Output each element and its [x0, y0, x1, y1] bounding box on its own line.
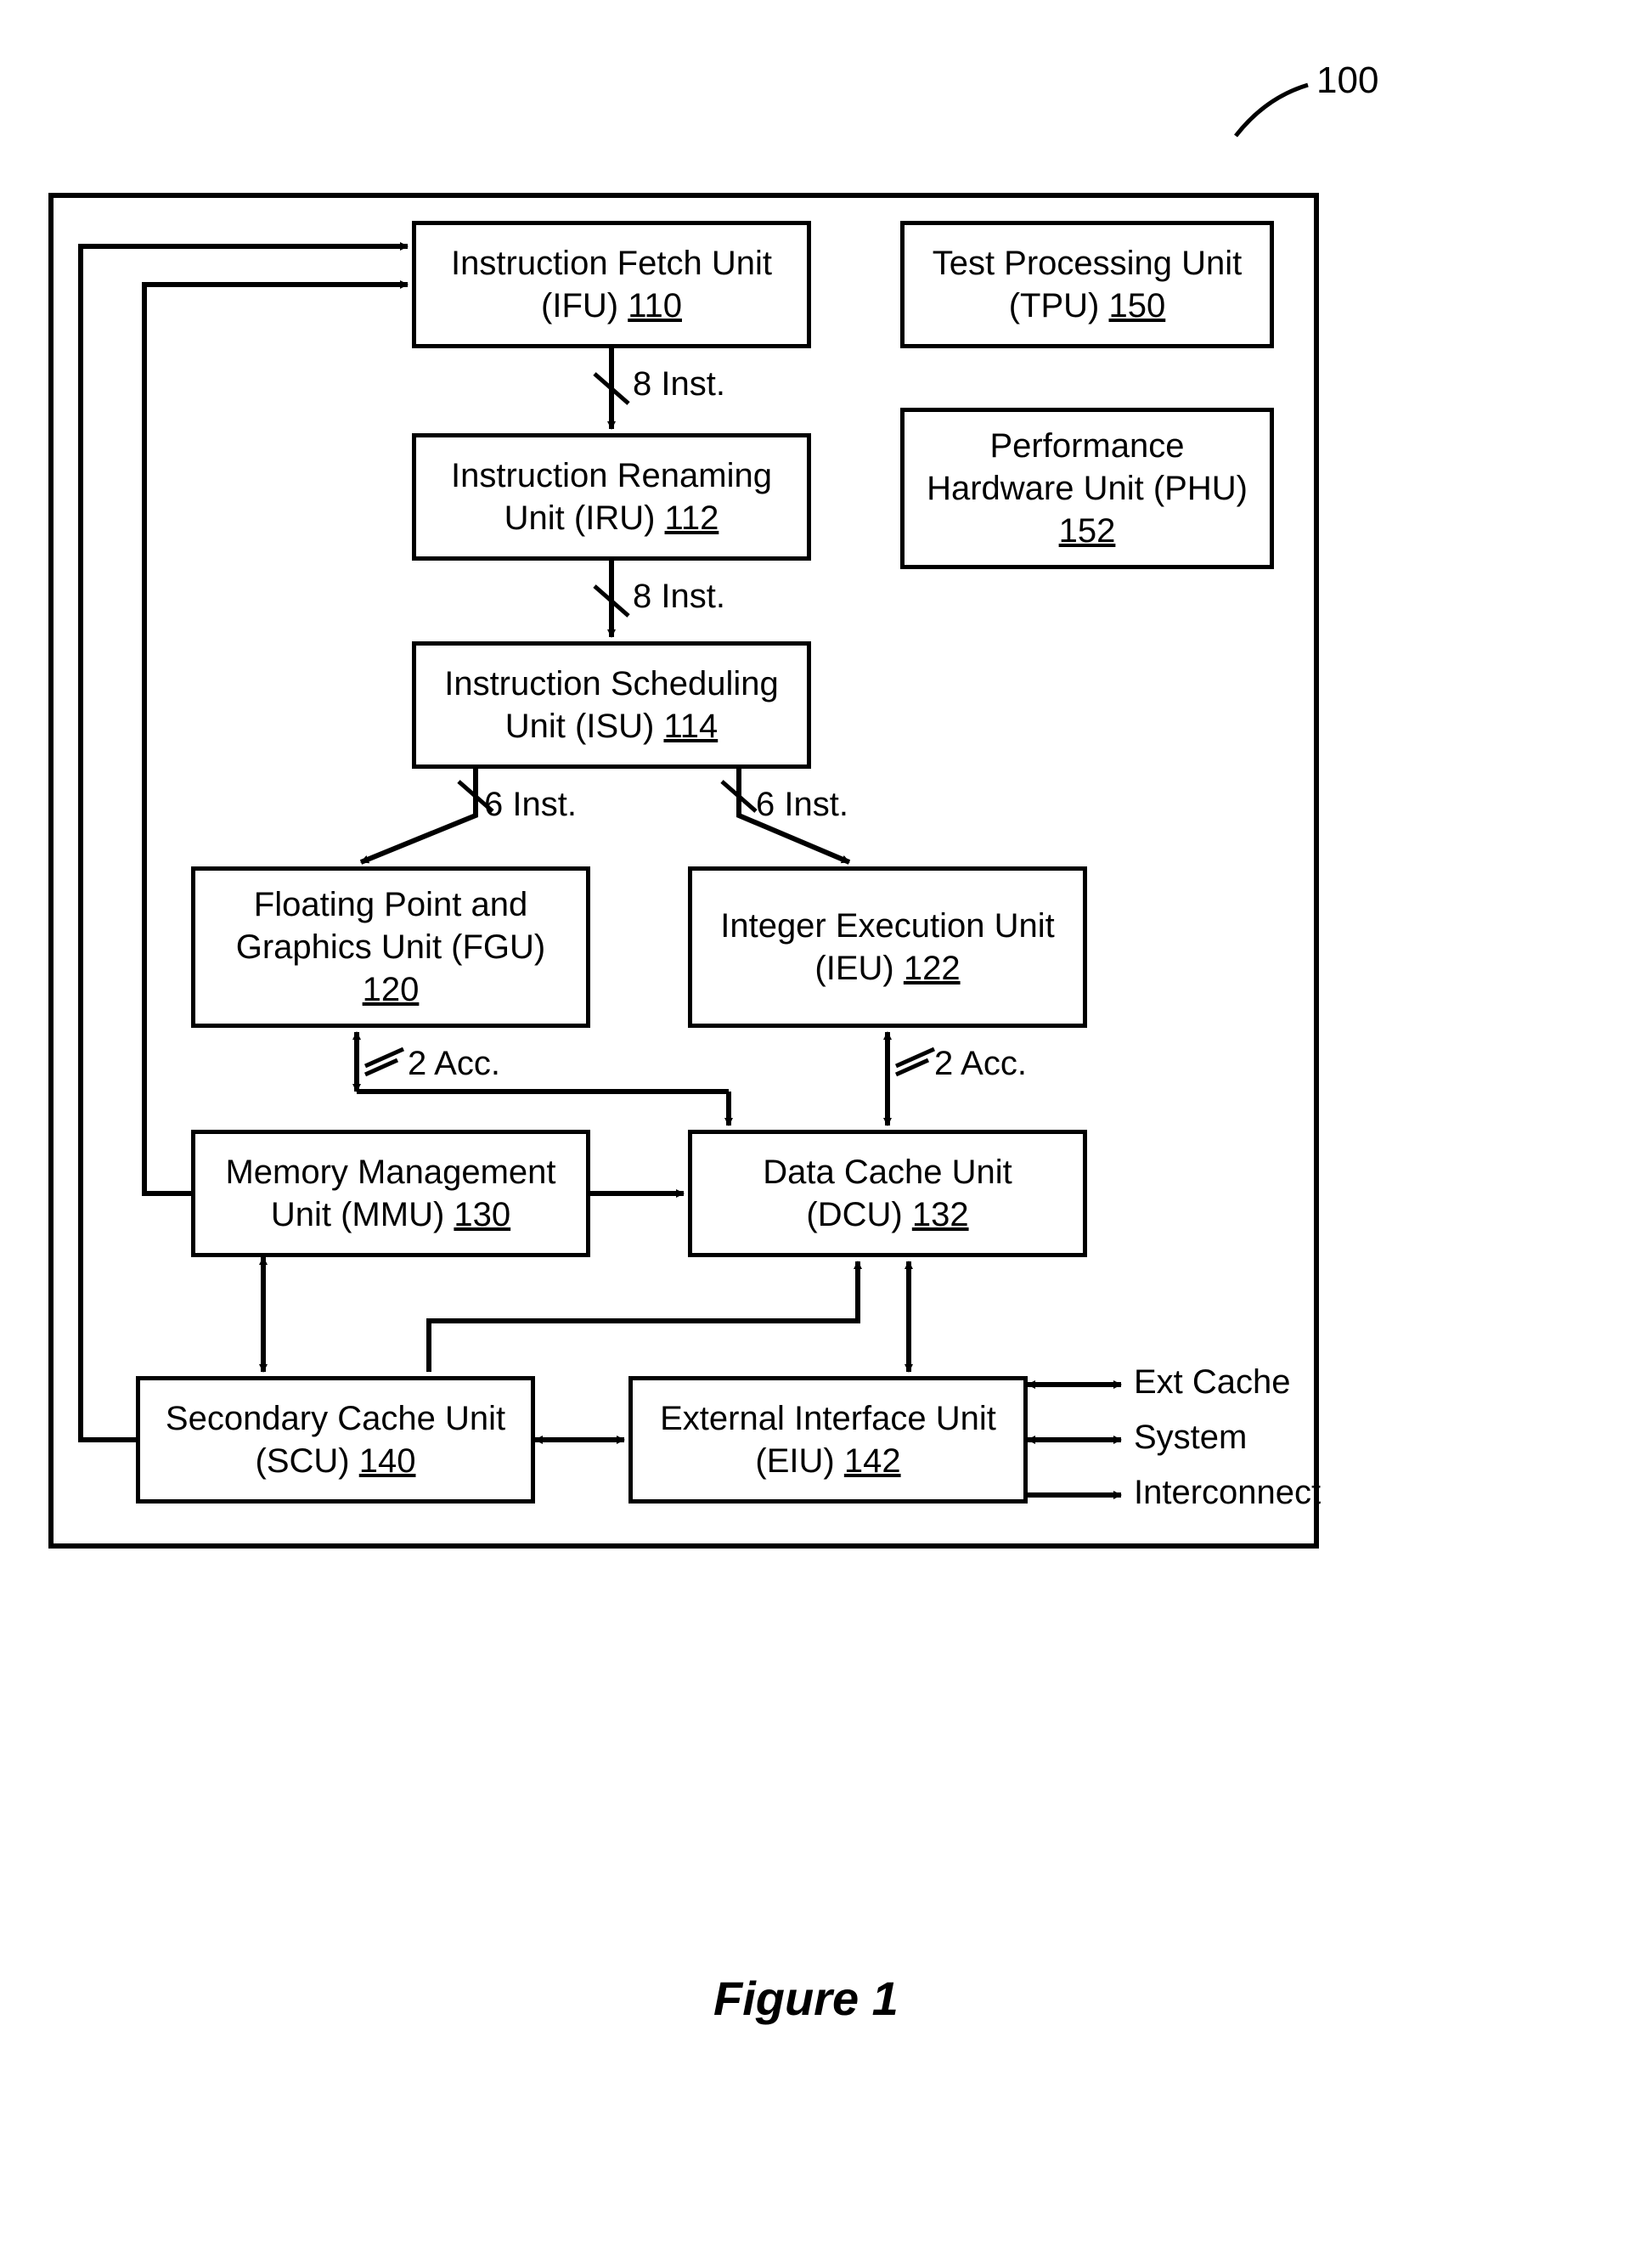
box-eiu: External Interface Unit (EIU) 142 [628, 1376, 1028, 1504]
box-ieu: Integer Execution Unit (IEU) 122 [688, 866, 1087, 1028]
box-tpu-line2: (TPU) 150 [1009, 285, 1166, 327]
box-fgu-line2: Graphics Unit (FGU) [236, 926, 546, 968]
box-dcu-line1: Data Cache Unit [763, 1151, 1012, 1193]
box-phu-line1: Performance [990, 425, 1185, 467]
box-eiu-line1: External Interface Unit [660, 1397, 996, 1440]
box-isu-line2: Unit (ISU) 114 [505, 705, 718, 748]
edge-label-iru-isu: 8 Inst. [633, 578, 725, 616]
box-ieu-line2: (IEU) 122 [814, 947, 960, 990]
box-isu: Instruction Scheduling Unit (ISU) 114 [412, 641, 811, 769]
box-dcu-line2: (DCU) 132 [806, 1193, 968, 1236]
box-tpu-line1: Test Processing Unit [933, 242, 1243, 285]
box-tpu: Test Processing Unit (TPU) 150 [900, 221, 1274, 348]
edge-label-fgu-acc: 2 Acc. [408, 1045, 500, 1083]
diagram-page: 100 Instruction Fetch Unit (IFU) 110 Tes… [0, 0, 1640, 2268]
box-iru: Instruction Renaming Unit (IRU) 112 [412, 433, 811, 561]
ext-label-cache: Ext Cache [1134, 1363, 1291, 1402]
box-scu-line1: Secondary Cache Unit [166, 1397, 505, 1440]
box-fgu: Floating Point and Graphics Unit (FGU) 1… [191, 866, 590, 1028]
edge-label-isu-fgu: 6 Inst. [484, 786, 577, 824]
box-eiu-line2: (EIU) 142 [755, 1440, 900, 1482]
box-iru-line1: Instruction Renaming [451, 454, 772, 497]
box-dcu: Data Cache Unit (DCU) 132 [688, 1130, 1087, 1257]
ext-label-interconnect: Interconnect [1134, 1474, 1321, 1512]
ext-label-system: System [1134, 1419, 1247, 1457]
box-phu-ref: 152 [1059, 512, 1116, 550]
edge-label-ieu-acc: 2 Acc. [934, 1045, 1027, 1083]
box-ifu-line2: (IFU) 110 [541, 285, 682, 327]
box-phu-line2: Hardware Unit (PHU) [927, 467, 1248, 510]
box-scu: Secondary Cache Unit (SCU) 140 [136, 1376, 535, 1504]
box-iru-line2: Unit (IRU) 112 [504, 497, 719, 539]
box-mmu: Memory Management Unit (MMU) 130 [191, 1130, 590, 1257]
box-ifu-line1: Instruction Fetch Unit [451, 242, 772, 285]
edge-label-ifu-iru: 8 Inst. [633, 365, 725, 403]
box-phu: Performance Hardware Unit (PHU) 152 [900, 408, 1274, 569]
box-ifu: Instruction Fetch Unit (IFU) 110 [412, 221, 811, 348]
box-fgu-ref: 120 [363, 971, 420, 1008]
box-mmu-line2: Unit (MMU) 130 [271, 1193, 510, 1236]
box-ieu-line1: Integer Execution Unit [720, 905, 1055, 947]
box-isu-line1: Instruction Scheduling [444, 663, 779, 705]
box-scu-line2: (SCU) 140 [256, 1440, 416, 1482]
edge-label-isu-ieu: 6 Inst. [756, 786, 848, 824]
figure-caption: Figure 1 [713, 1971, 899, 2026]
box-fgu-line1: Floating Point and [254, 883, 527, 926]
figure-ref-100: 100 [1316, 59, 1378, 102]
box-mmu-line1: Memory Management [225, 1151, 555, 1193]
